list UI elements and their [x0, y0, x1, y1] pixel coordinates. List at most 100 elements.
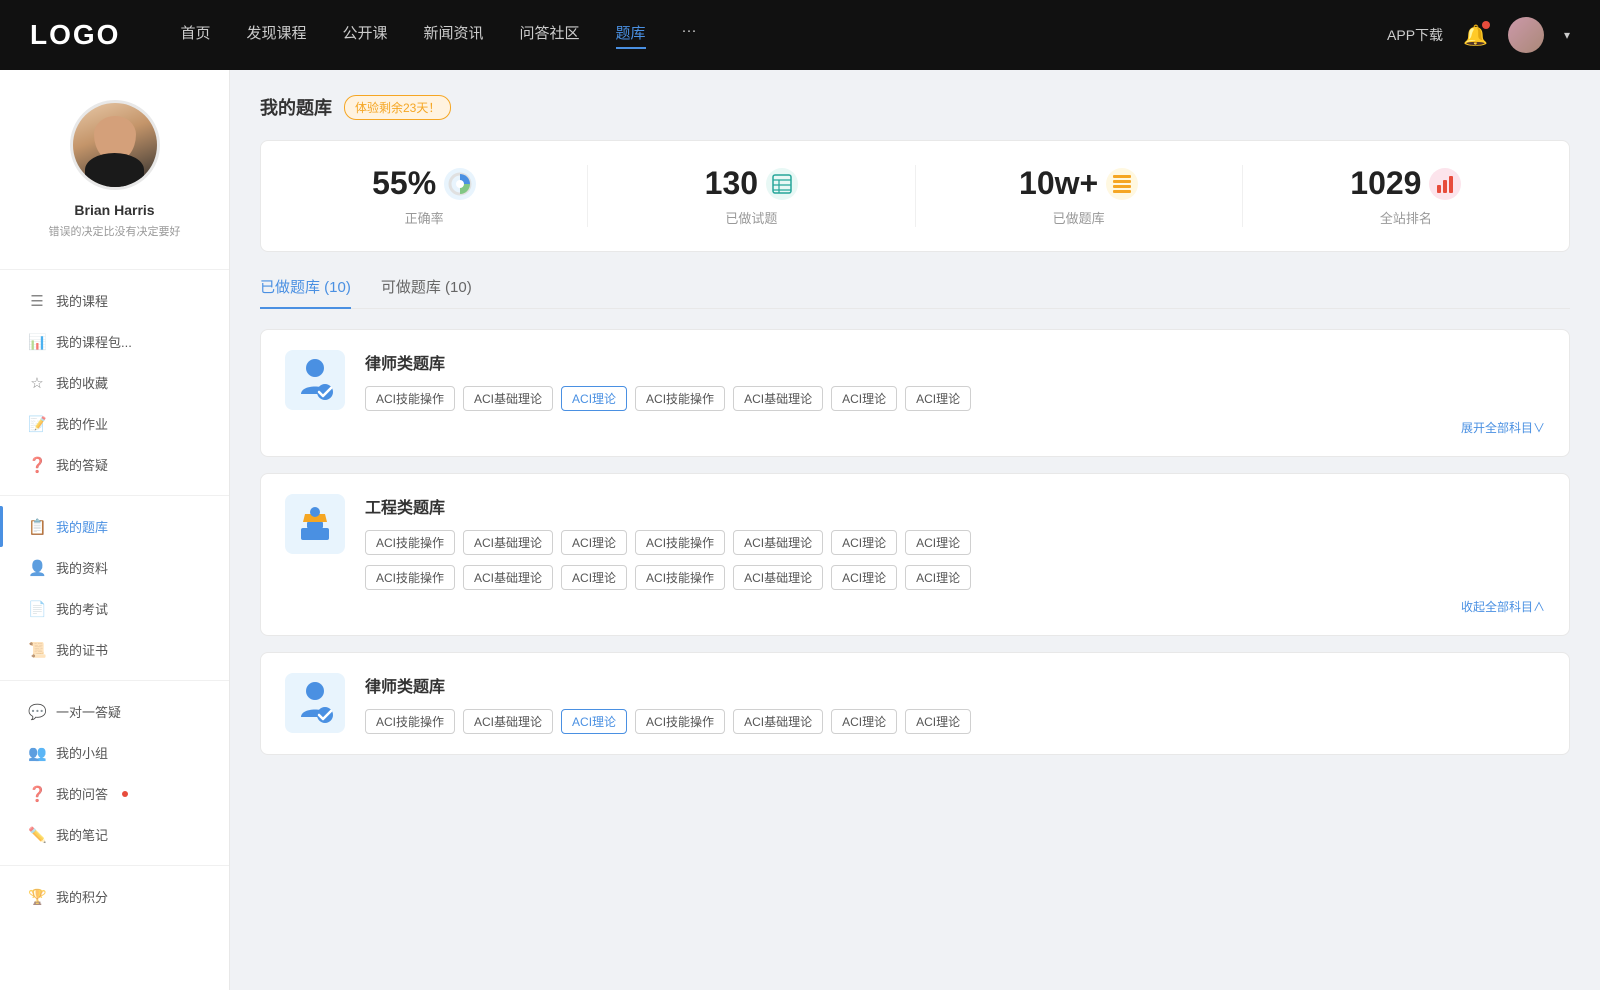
- stat-banks-value: 10w+: [1019, 165, 1098, 202]
- sidebar-label-my-homework: 我的作业: [56, 414, 108, 433]
- packages-icon: 📊: [28, 333, 46, 351]
- law2-tag-2-selected[interactable]: ACI理论: [561, 709, 627, 734]
- tab-available-banks[interactable]: 可做题库 (10): [381, 276, 472, 309]
- eng-tag2-0[interactable]: ACI技能操作: [365, 565, 455, 590]
- eng-tag2-6[interactable]: ACI理论: [905, 565, 971, 590]
- points-icon: 🏆: [28, 888, 46, 906]
- eng-tag2-4[interactable]: ACI基础理论: [733, 565, 823, 590]
- tag-3[interactable]: ACI技能操作: [635, 386, 725, 411]
- eng-tag-5[interactable]: ACI理论: [831, 530, 897, 555]
- sidebar-item-my-favorites[interactable]: ☆ 我的收藏: [0, 362, 229, 403]
- certs-icon: 📜: [28, 641, 46, 659]
- tag-1[interactable]: ACI基础理论: [463, 386, 553, 411]
- eng-tag-3[interactable]: ACI技能操作: [635, 530, 725, 555]
- nav-news[interactable]: 新闻资讯: [424, 22, 484, 49]
- tag-4[interactable]: ACI基础理论: [733, 386, 823, 411]
- nav-opencourse[interactable]: 公开课: [342, 22, 387, 49]
- qbank-content-lawyer-2: 律师类题库 ACI技能操作 ACI基础理论 ACI理论 ACI技能操作 ACI基…: [365, 673, 1545, 734]
- qbank-tags-lawyer-1: ACI技能操作 ACI基础理论 ACI理论 ACI技能操作 ACI基础理论 AC…: [365, 386, 1545, 411]
- stat-done-banks: 10w+ 已做题库: [916, 165, 1243, 227]
- sidebar-item-my-answers[interactable]: ❓ 我的问答: [0, 773, 229, 814]
- notification-bell[interactable]: 🔔: [1463, 23, 1488, 48]
- law2-tag-6[interactable]: ACI理论: [905, 709, 971, 734]
- qbank-card-engineer: 工程类题库 ACI技能操作 ACI基础理论 ACI理论 ACI技能操作 ACI基…: [260, 473, 1570, 636]
- sidebar-label-my-questions: 我的答疑: [56, 455, 108, 474]
- nav-discover[interactable]: 发现课程: [246, 22, 306, 49]
- app-download-button[interactable]: APP下载: [1387, 25, 1443, 45]
- notification-dot: [1482, 21, 1490, 29]
- group-icon: 👥: [28, 744, 46, 762]
- sidebar-item-my-packages[interactable]: 📊 我的课程包...: [0, 321, 229, 362]
- law2-tag-1[interactable]: ACI基础理论: [463, 709, 553, 734]
- tag-0[interactable]: ACI技能操作: [365, 386, 455, 411]
- law2-tag-0[interactable]: ACI技能操作: [365, 709, 455, 734]
- profile-avatar: [70, 100, 160, 190]
- sidebar-item-my-questions[interactable]: ❓ 我的答疑: [0, 444, 229, 485]
- tag-6[interactable]: ACI理论: [905, 386, 971, 411]
- law2-tag-5[interactable]: ACI理论: [831, 709, 897, 734]
- sidebar-item-my-exams[interactable]: 📄 我的考试: [0, 588, 229, 629]
- qbank-tags-engineer-row1: ACI技能操作 ACI基础理论 ACI理论 ACI技能操作 ACI基础理论 AC…: [365, 530, 1545, 555]
- sidebar-item-my-notes[interactable]: ✏️ 我的笔记: [0, 814, 229, 855]
- nav-right: APP下载 🔔 ▾: [1387, 17, 1570, 53]
- sidebar-item-my-group[interactable]: 👥 我的小组: [0, 732, 229, 773]
- sidebar-item-my-questionbank[interactable]: 📋 我的题库: [0, 506, 229, 547]
- qbank-content-lawyer-1: 律师类题库 ACI技能操作 ACI基础理论 ACI理论 ACI技能操作 ACI基…: [365, 350, 1545, 436]
- sidebar-item-my-homework[interactable]: 📝 我的作业: [0, 403, 229, 444]
- exams-icon: 📄: [28, 600, 46, 618]
- user-avatar[interactable]: [1508, 17, 1544, 53]
- sidebar-label-my-notes: 我的笔记: [56, 825, 108, 844]
- sidebar-label-my-group: 我的小组: [56, 743, 108, 762]
- bar-chart-icon: [1434, 173, 1456, 195]
- nav-home[interactable]: 首页: [180, 22, 210, 49]
- answers-icon: ❓: [28, 785, 46, 803]
- tag-2-selected[interactable]: ACI理论: [561, 386, 627, 411]
- questionbank-icon: 📋: [28, 518, 46, 536]
- stat-banks-top: 10w+: [936, 165, 1222, 202]
- stat-done-value: 130: [705, 165, 758, 202]
- eng-tag2-5[interactable]: ACI理论: [831, 565, 897, 590]
- eng-tag-6[interactable]: ACI理论: [905, 530, 971, 555]
- logo: LOGO: [30, 19, 120, 51]
- sidebar-label-my-courses: 我的课程: [56, 291, 108, 310]
- eng-tag-2[interactable]: ACI理论: [561, 530, 627, 555]
- eng-tag-1[interactable]: ACI基础理论: [463, 530, 553, 555]
- law2-tag-3[interactable]: ACI技能操作: [635, 709, 725, 734]
- favorites-icon: ☆: [28, 374, 46, 392]
- sidebar-divider-bottom: [0, 865, 229, 866]
- sidebar-item-my-points[interactable]: 🏆 我的积分: [0, 876, 229, 917]
- qbank-expand-lawyer-1[interactable]: 展开全部科目∨: [365, 419, 1545, 436]
- eng-tag-4[interactable]: ACI基础理论: [733, 530, 823, 555]
- stat-rank-icon: [1429, 168, 1461, 200]
- eng-tag2-2[interactable]: ACI理论: [561, 565, 627, 590]
- law2-tag-4[interactable]: ACI基础理论: [733, 709, 823, 734]
- nav-qa[interactable]: 问答社区: [520, 22, 580, 49]
- eng-tag-0[interactable]: ACI技能操作: [365, 530, 455, 555]
- sidebar-item-one-on-one[interactable]: 💬 一对一答疑: [0, 691, 229, 732]
- tag-5[interactable]: ACI理论: [831, 386, 897, 411]
- stat-accuracy: 55% 正确率: [261, 165, 588, 227]
- qbank-name-engineer: 工程类题库: [365, 494, 1545, 518]
- nav-questionbank[interactable]: 题库: [616, 22, 646, 49]
- nav-more[interactable]: ···: [682, 22, 697, 49]
- qbank-header-lawyer-2: 律师类题库 ACI技能操作 ACI基础理论 ACI理论 ACI技能操作 ACI基…: [285, 673, 1545, 734]
- stat-done-label: 已做试题: [608, 208, 894, 227]
- qbank-expand-engineer[interactable]: 收起全部科目∧: [365, 598, 1545, 615]
- eng-tag2-3[interactable]: ACI技能操作: [635, 565, 725, 590]
- eng-tag2-1[interactable]: ACI基础理论: [463, 565, 553, 590]
- stat-rank-value: 1029: [1350, 165, 1421, 202]
- qbank-icon-engineer: [285, 494, 345, 554]
- tab-done-banks[interactable]: 已做题库 (10): [260, 276, 351, 309]
- sidebar-item-my-profile[interactable]: 👤 我的资料: [0, 547, 229, 588]
- sidebar-item-my-courses[interactable]: ☰ 我的课程: [0, 280, 229, 321]
- sidebar-label-one-on-one: 一对一答疑: [56, 702, 121, 721]
- sidebar-divider-mid: [0, 495, 229, 496]
- stat-accuracy-label: 正确率: [281, 208, 567, 227]
- one-on-one-icon: 💬: [28, 703, 46, 721]
- user-menu-arrow[interactable]: ▾: [1564, 28, 1570, 42]
- trial-badge: 体验剩余23天！: [344, 95, 451, 120]
- sidebar-item-my-certs[interactable]: 📜 我的证书: [0, 629, 229, 670]
- sidebar-label-my-answers: 我的问答: [56, 784, 108, 803]
- tabs-row: 已做题库 (10) 可做题库 (10): [260, 276, 1570, 309]
- stat-rank-top: 1029: [1263, 165, 1549, 202]
